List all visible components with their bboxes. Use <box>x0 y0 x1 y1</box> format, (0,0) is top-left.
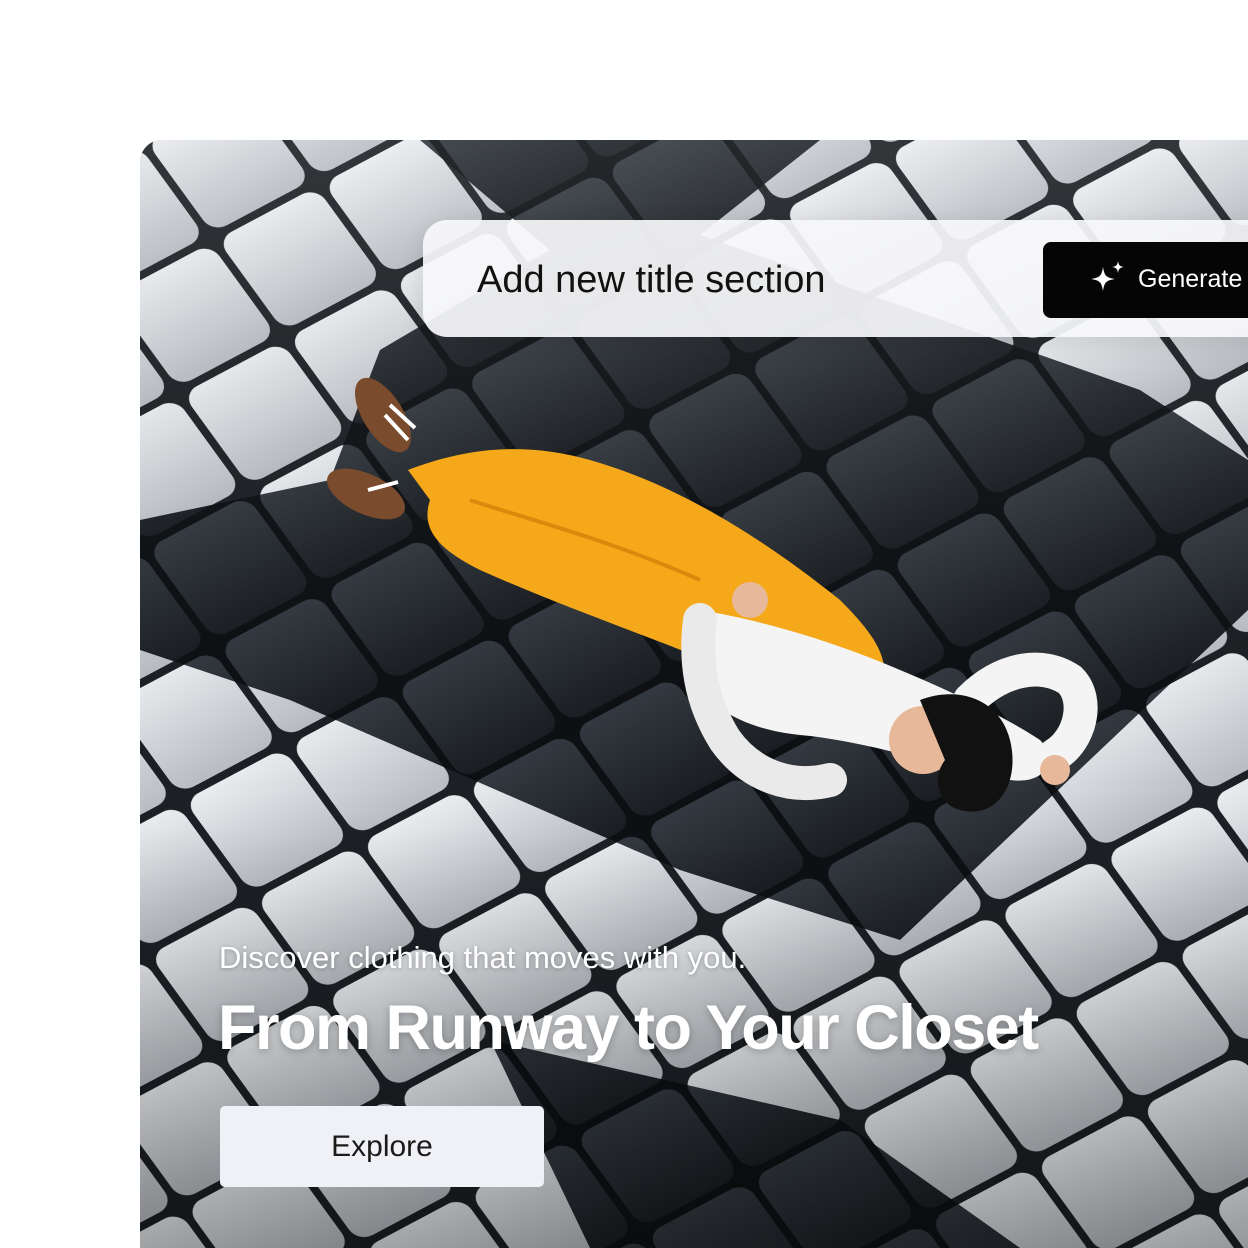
hero-headline: From Runway to Your Closet <box>218 993 1039 1063</box>
hero-tagline: Discover clothing that moves with you. <box>219 940 747 975</box>
generate-button-label: Generate <box>1138 265 1243 293</box>
sparkle-icon <box>1091 261 1124 291</box>
title-section-input[interactable] <box>477 256 1017 304</box>
explore-button[interactable]: Explore <box>220 1106 544 1187</box>
generate-button[interactable]: Generate <box>1043 242 1248 318</box>
title-section-bar: Generate <box>423 220 1248 337</box>
page-canvas: Generate Discover clothing that moves wi… <box>0 0 1248 1248</box>
